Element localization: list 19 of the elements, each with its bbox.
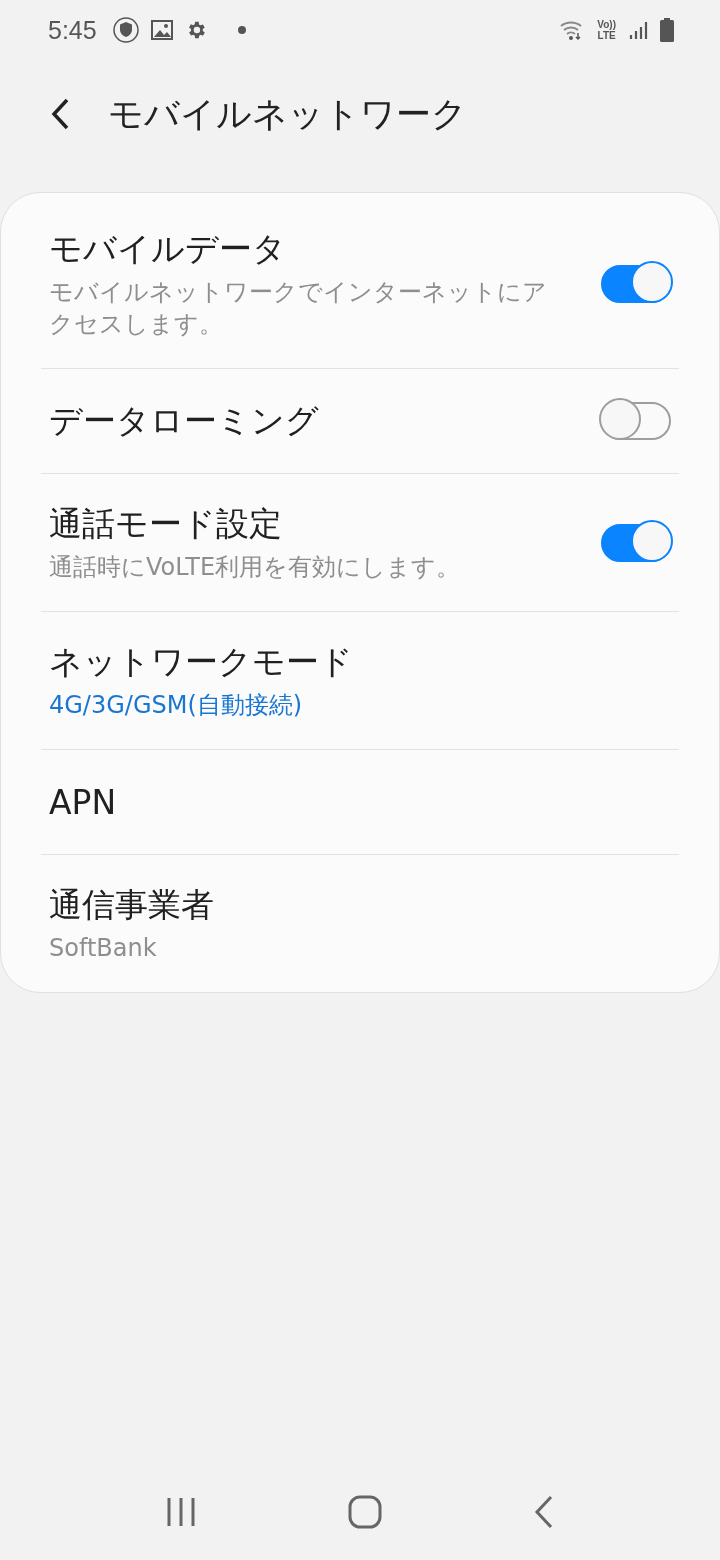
- setting-title: 通信事業者: [49, 884, 215, 926]
- settings-item[interactable]: データローミング: [41, 368, 679, 473]
- volte-indicator: Vo)) LTE: [597, 19, 616, 41]
- page-title: モバイルネットワーク: [108, 92, 467, 136]
- setting-subtitle: 4G/3G/GSM(自動接続): [49, 690, 304, 721]
- setting-subtitle: SoftBank: [49, 933, 158, 964]
- setting-subtitle: モバイルネットワークでインターネットにアクセスします。: [49, 277, 548, 340]
- settings-item[interactable]: 通信事業者 SoftBank: [41, 854, 679, 992]
- setting-title: ネットワークモード: [49, 641, 354, 683]
- setting-title: モバイルデータ: [49, 228, 287, 270]
- setting-title: APN: [49, 782, 118, 822]
- settings-item[interactable]: ネットワークモード 4G/3G/GSM(自動接続): [41, 611, 679, 749]
- settings-item[interactable]: 通話モード設定 通話時にVoLTE利用を有効にします。: [41, 473, 679, 611]
- setting-subtitle: 通話時にVoLTE利用を有効にします。: [49, 552, 462, 583]
- settings-item[interactable]: モバイルデータ モバイルネットワークでインターネットにアクセスします。: [41, 193, 679, 368]
- setting-title: 通話モード設定: [49, 503, 283, 545]
- status-time: 5:45: [48, 15, 97, 45]
- setting-title: データローミング: [49, 399, 320, 442]
- settings-item[interactable]: APN: [41, 749, 679, 854]
